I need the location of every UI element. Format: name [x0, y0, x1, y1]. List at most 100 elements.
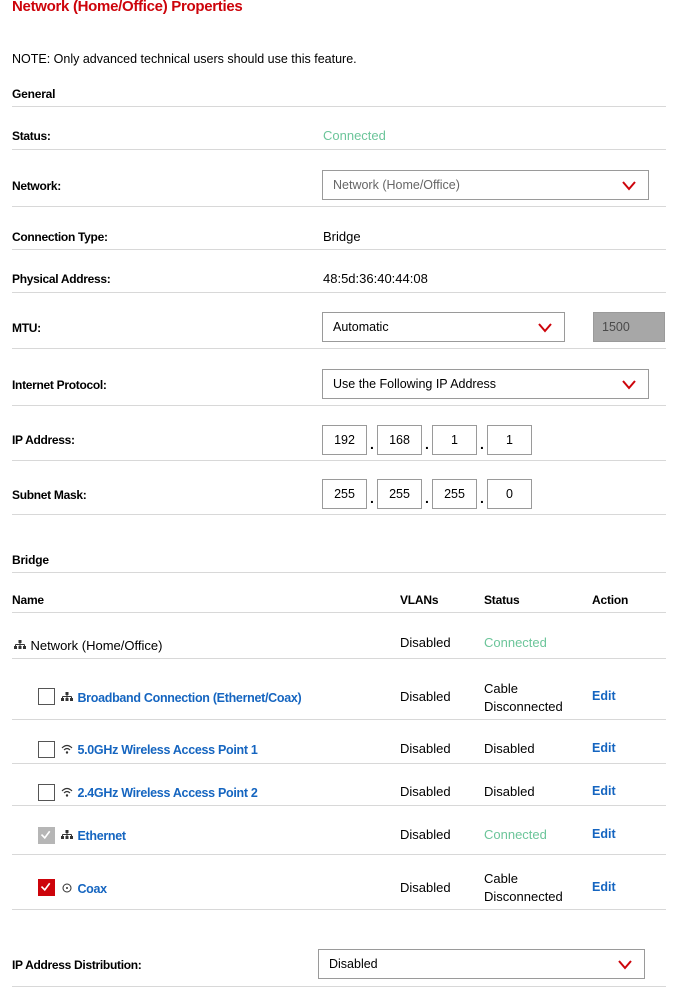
octet-separator: . — [480, 490, 484, 506]
divider — [12, 805, 666, 806]
row-vlans: Disabled — [400, 784, 451, 799]
row-checkbox[interactable] — [38, 741, 55, 758]
connection-type-value: Bridge — [323, 229, 361, 244]
row-status: Cable Disconnected — [484, 870, 563, 906]
network-select[interactable]: Network (Home/Office) — [322, 170, 649, 200]
coax-link[interactable]: Coax — [77, 882, 107, 896]
subnet-mask-label: Subnet Mask: — [12, 488, 87, 502]
row-vlans: Disabled — [400, 689, 451, 704]
table-row: Coax — [61, 880, 107, 898]
parent-status: Connected — [484, 635, 547, 650]
row-checkbox[interactable] — [38, 879, 55, 896]
subnet-octet-2[interactable]: 255 — [377, 479, 422, 509]
mtu-select[interactable]: Automatic — [322, 312, 565, 342]
divider — [12, 405, 666, 406]
row-status: Disabled — [484, 784, 535, 799]
divider — [12, 986, 666, 987]
checkmark-icon — [40, 830, 51, 840]
divider — [12, 206, 666, 207]
ip-octet-2[interactable]: 168 — [377, 425, 422, 455]
network-icon — [61, 692, 73, 701]
edit-button[interactable]: Edit — [592, 880, 616, 894]
octet-separator: . — [480, 436, 484, 452]
advanced-note: NOTE: Only advanced technical users shou… — [12, 52, 357, 66]
octet-separator: . — [370, 490, 374, 506]
network-icon — [61, 830, 73, 839]
general-heading: General — [12, 87, 56, 101]
chevron-down-icon — [618, 960, 632, 970]
status-line: Cable — [484, 871, 518, 886]
status-value: Connected — [323, 128, 386, 143]
divider — [12, 514, 666, 515]
column-status: Status — [484, 593, 520, 607]
ip-distribution-label: IP Address Distribution: — [12, 958, 142, 972]
divider — [12, 658, 666, 659]
wifi-icon — [61, 744, 73, 754]
ip-distribution-select[interactable]: Disabled — [318, 949, 645, 979]
ip-octet-3[interactable]: 1 — [432, 425, 477, 455]
network-label: Network: — [12, 179, 61, 193]
row-checkbox[interactable] — [38, 688, 55, 705]
wireless-ap-1-link[interactable]: 5.0GHz Wireless Access Point 1 — [77, 743, 257, 757]
row-vlans: Disabled — [400, 741, 451, 756]
row-vlans: Disabled — [400, 827, 451, 842]
divider — [12, 106, 666, 107]
divider — [12, 612, 666, 613]
status-label: Status: — [12, 129, 51, 143]
status-line: Disconnected — [484, 699, 563, 714]
wireless-ap-2-link[interactable]: 2.4GHz Wireless Access Point 2 — [77, 786, 257, 800]
table-row: 5.0GHz Wireless Access Point 1 — [61, 741, 258, 759]
divider — [12, 719, 666, 720]
row-vlans: Disabled — [400, 880, 451, 895]
subnet-octet-1[interactable]: 255 — [322, 479, 367, 509]
ip-octet-4[interactable]: 1 — [487, 425, 532, 455]
status-line: Cable — [484, 681, 518, 696]
divider — [12, 249, 666, 250]
divider — [12, 572, 666, 573]
chevron-down-icon — [538, 323, 552, 333]
connection-type-label: Connection Type: — [12, 230, 108, 244]
table-row: 2.4GHz Wireless Access Point 2 — [61, 784, 258, 802]
ethernet-link[interactable]: Ethernet — [77, 829, 126, 843]
row-checkbox[interactable] — [38, 784, 55, 801]
internet-protocol-select[interactable]: Use the Following IP Address — [322, 369, 649, 399]
ip-octet-1[interactable]: 192 — [322, 425, 367, 455]
checkmark-icon — [40, 882, 51, 892]
internet-protocol-value: Use the Following IP Address — [333, 377, 497, 391]
column-name: Name — [12, 593, 44, 607]
subnet-octet-3[interactable]: 255 — [432, 479, 477, 509]
divider — [12, 909, 666, 910]
mtu-label: MTU: — [12, 321, 41, 335]
physical-address-label: Physical Address: — [12, 272, 111, 286]
divider — [12, 149, 666, 150]
wifi-icon — [61, 787, 73, 797]
ip-distribution-value: Disabled — [329, 957, 378, 971]
physical-address-value: 48:5d:36:40:44:08 — [323, 271, 428, 286]
edit-button[interactable]: Edit — [592, 741, 616, 755]
table-row: Broadband Connection (Ethernet/Coax) — [61, 689, 302, 707]
edit-button[interactable]: Edit — [592, 784, 616, 798]
parent-network-row: Network (Home/Office) — [14, 637, 162, 655]
broadband-connection-link[interactable]: Broadband Connection (Ethernet/Coax) — [77, 691, 301, 705]
parent-network-name: Network (Home/Office) — [30, 638, 163, 653]
divider — [12, 854, 666, 855]
chevron-down-icon — [622, 181, 636, 191]
table-row: Ethernet — [61, 827, 126, 845]
divider — [12, 292, 666, 293]
network-select-value: Network (Home/Office) — [333, 178, 460, 192]
row-status: Connected — [484, 827, 547, 842]
divider — [12, 348, 666, 349]
mtu-select-value: Automatic — [333, 320, 389, 334]
divider — [12, 460, 666, 461]
coax-icon — [62, 883, 72, 893]
ip-address-label: IP Address: — [12, 433, 75, 447]
edit-button[interactable]: Edit — [592, 689, 616, 703]
edit-button[interactable]: Edit — [592, 827, 616, 841]
bridge-heading: Bridge — [12, 553, 49, 567]
octet-separator: . — [425, 436, 429, 452]
parent-vlans: Disabled — [400, 635, 451, 650]
network-icon — [14, 640, 26, 649]
row-status: Disabled — [484, 741, 535, 756]
subnet-octet-4[interactable]: 0 — [487, 479, 532, 509]
chevron-down-icon — [622, 380, 636, 390]
